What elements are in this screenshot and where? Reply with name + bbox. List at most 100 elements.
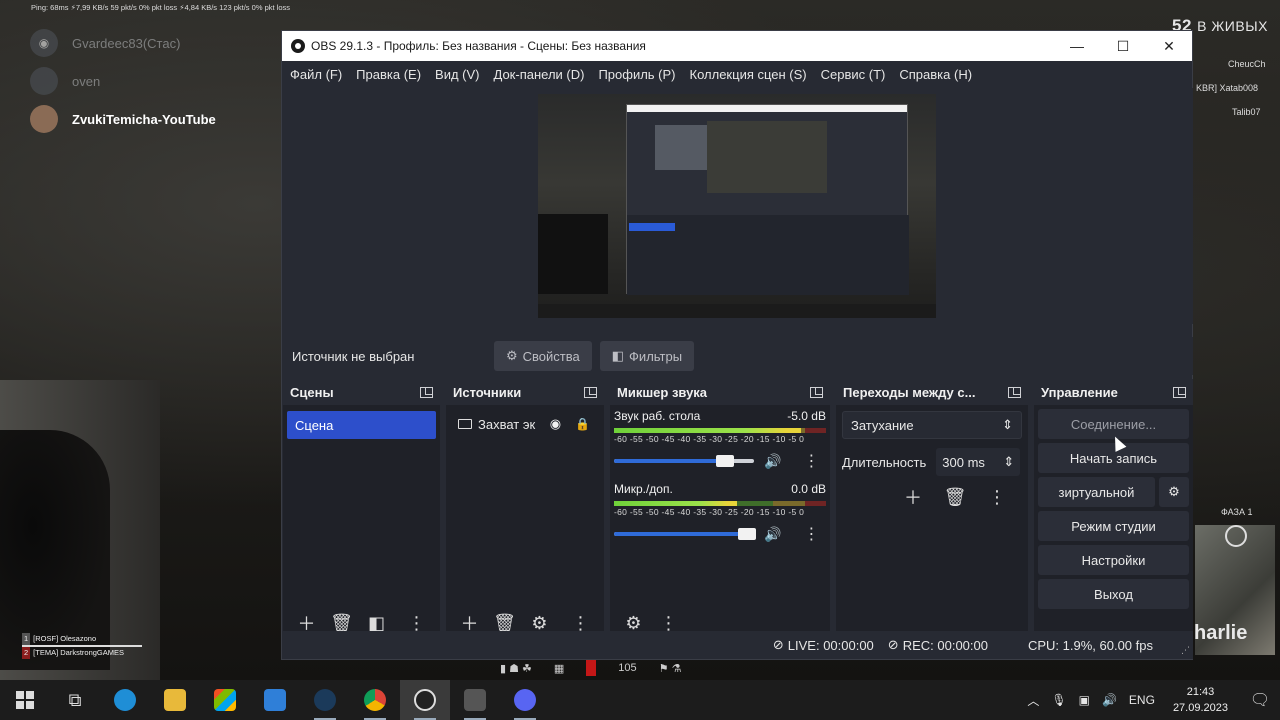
player-name: Talib07 — [1232, 107, 1261, 117]
speaker-icon[interactable]: 🔊 — [764, 526, 781, 543]
network-icon[interactable]: ▣ — [1073, 693, 1096, 707]
settings-button[interactable]: Настройки — [1038, 545, 1189, 575]
pubg-taskbar-icon[interactable] — [450, 680, 500, 720]
dock-title: Переходы между с... — [843, 384, 976, 400]
undock-icon[interactable] — [1173, 386, 1186, 398]
explorer-taskbar-icon[interactable] — [150, 680, 200, 720]
clock[interactable]: 21:43 27.09.2023 — [1161, 684, 1240, 716]
menu-scene-collection[interactable]: Коллекция сцен (S) — [683, 67, 814, 82]
store-icon — [214, 689, 236, 711]
speaker-icon[interactable]: 🔊 — [764, 453, 781, 470]
store-taskbar-icon[interactable] — [200, 680, 250, 720]
minimize-button[interactable]: — — [1054, 31, 1100, 61]
studio-mode-button[interactable]: Режим студии — [1038, 511, 1189, 541]
volume-icon[interactable]: 🔊 — [1096, 693, 1123, 707]
menu-tools[interactable]: Сервис (T) — [814, 67, 893, 82]
obs-taskbar-icon[interactable] — [400, 680, 450, 720]
gear-icon[interactable]: ⚙ — [1159, 477, 1189, 507]
close-button[interactable]: ✕ — [1146, 31, 1192, 61]
kill-feed: 1 [ROSF] Olesazono 2 [TEMA] DarkstrongGA… — [22, 633, 142, 659]
menu-docks[interactable]: Док-панели (D) — [487, 67, 592, 82]
duration-label: Длительность — [842, 454, 927, 470]
chrome-taskbar-icon[interactable] — [350, 680, 400, 720]
notification-icon[interactable]: 🗨 — [1240, 690, 1280, 710]
clock-time: 21:43 — [1186, 686, 1215, 698]
slider-fill — [614, 532, 747, 536]
lock-icon[interactable]: 🔒 — [575, 417, 590, 431]
menu-edit[interactable]: Правка (E) — [349, 67, 428, 82]
dock-header: Переходы между с... — [836, 379, 1028, 405]
discord-username: Gvardeec83(Стас) — [72, 35, 181, 51]
discord-avatar-icon: ◉ — [30, 29, 58, 57]
more-icon[interactable]: ⋮ — [803, 451, 819, 471]
window-title: OBS 29.1.3 - Профиль: Без названия - Сце… — [311, 39, 646, 53]
player-list: CheucCh KBR] Xatab008 Talib07 — [1196, 52, 1266, 124]
slider-knob[interactable] — [715, 455, 734, 467]
menu-view[interactable]: Вид (V) — [428, 67, 486, 82]
no-source-label: Источник не выбран — [292, 348, 415, 364]
mixer-channel: Микр./доп. 0.0 dB -60 -55 -50 -45 -40 -3… — [610, 478, 830, 545]
undock-icon[interactable] — [420, 386, 433, 398]
exit-button[interactable]: Выход — [1038, 579, 1189, 609]
meter-scale: -60 -55 -50 -45 -40 -35 -30 -25 -20 -15 … — [614, 507, 805, 517]
menu-help[interactable]: Справка (H) — [892, 67, 979, 82]
health-icon — [586, 660, 597, 676]
discord-taskbar-icon[interactable] — [500, 680, 550, 720]
chrome-icon — [364, 689, 386, 711]
rank-badge: 2 — [22, 647, 31, 659]
slider-knob[interactable] — [738, 528, 756, 540]
source-name: Захват эк — [478, 416, 536, 432]
mail-taskbar-icon[interactable] — [250, 680, 300, 720]
discord-username: oven — [72, 73, 101, 89]
preview-canvas[interactable] — [538, 94, 936, 318]
maximize-button[interactable]: ☐ — [1100, 31, 1146, 61]
dock-header: Источники — [446, 379, 604, 405]
scene-item[interactable]: Сцена — [287, 411, 436, 439]
properties-button[interactable]: ⚙ Свойства — [494, 341, 592, 371]
edge-icon — [114, 689, 136, 711]
add-icon[interactable]: ＋ — [894, 482, 932, 512]
undock-icon[interactable] — [810, 386, 823, 398]
task-view-icon: ⧉ — [68, 689, 82, 710]
more-icon[interactable]: ⋮ — [803, 524, 819, 544]
avatar — [30, 105, 58, 133]
source-item[interactable]: Захват эк ◉ 🔒 — [450, 411, 600, 437]
trash-icon[interactable]: 🗑 — [936, 482, 974, 512]
language-indicator[interactable]: ENG — [1123, 693, 1161, 707]
menu-profile[interactable]: Профиль (P) — [591, 67, 682, 82]
inventory-hud: ▮ ☗ ☘ ▦ 105 ⚑ ⚗ — [500, 660, 681, 676]
duration-spinbox[interactable]: 300 ms ⇕ — [936, 448, 1021, 476]
menu-file[interactable]: Файл (F) — [283, 67, 349, 82]
volume-slider[interactable] — [614, 455, 754, 467]
channel-name: Звук раб. стола — [614, 409, 701, 423]
steam-taskbar-icon[interactable] — [300, 680, 350, 720]
virtual-camera-button[interactable]: зиртуальной — [1038, 477, 1155, 507]
dock-title: Управление — [1041, 384, 1118, 400]
monitor-icon — [458, 419, 472, 429]
connect-button[interactable]: Соединение... — [1038, 409, 1189, 439]
edge-taskbar-icon[interactable] — [100, 680, 150, 720]
more-icon[interactable]: ⋮ — [978, 482, 1016, 512]
dock-title: Микшер звука — [617, 384, 708, 400]
volume-slider[interactable] — [614, 528, 756, 540]
transitions-body: Затухание ⇕ Длительность 300 ms ⇕ ＋ 🗑 ⋮ — [836, 405, 1028, 605]
task-view-button[interactable]: ⧉ — [50, 680, 100, 720]
spin-arrows-icon[interactable]: ⇕ — [1003, 454, 1014, 470]
filters-button[interactable]: ◧ Фильтры — [599, 341, 695, 371]
player-name: KBR] Xatab008 — [1196, 83, 1259, 93]
undock-icon[interactable] — [1008, 386, 1021, 398]
alive-label: В ЖИВЫХ — [1197, 18, 1268, 34]
start-button[interactable] — [0, 680, 50, 720]
transition-select[interactable]: Затухание ⇕ — [842, 411, 1022, 439]
chevron-up-icon[interactable]: ︿ — [1021, 692, 1045, 709]
microphone-icon[interactable]: 🎙 — [1045, 693, 1072, 707]
resize-grip-icon[interactable]: ⋰ — [1181, 645, 1190, 656]
nested-taskbar — [538, 304, 936, 318]
dock-title: Сцены — [290, 384, 334, 400]
eye-icon[interactable]: ◉ — [550, 416, 561, 432]
obs-icon — [414, 689, 436, 711]
undock-icon[interactable] — [584, 386, 597, 398]
stream-icon: ⊘ — [772, 637, 784, 652]
menu-bar: Файл (F) Правка (E) Вид (V) Док-панели (… — [282, 61, 1192, 87]
kill-feed-text: [ROSF] Olesazono — [33, 634, 97, 643]
